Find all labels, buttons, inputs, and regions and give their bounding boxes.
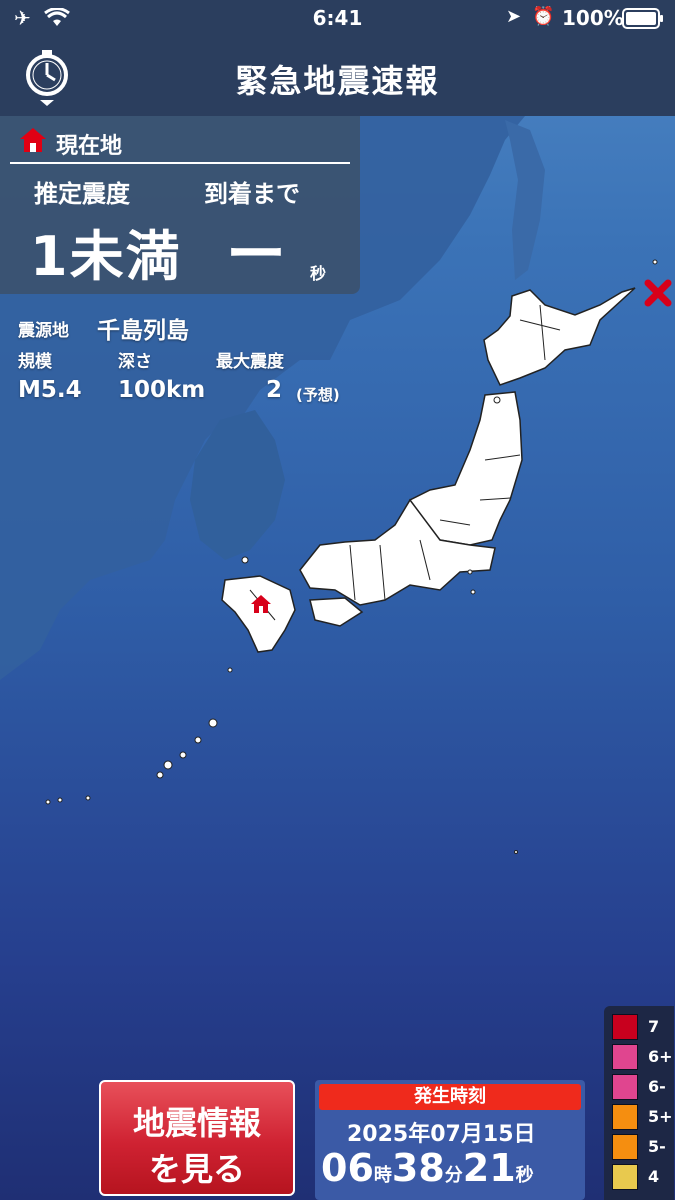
kyushu	[221, 575, 296, 653]
year-unit: 年	[408, 1122, 431, 1147]
panel-divider	[10, 162, 350, 164]
month-unit: 月	[460, 1122, 483, 1147]
legend-swatch	[612, 1134, 638, 1160]
battery-icon	[622, 8, 663, 29]
legend-label: 6-	[648, 1077, 666, 1096]
current-location-panel: 現在地 推定震度 到着まで 1未満 ー 秒	[0, 116, 360, 294]
depth-value: 100km	[118, 377, 206, 403]
second-value: 21	[462, 1146, 516, 1190]
second-unit: 秒	[515, 1165, 534, 1186]
sakhalin	[505, 120, 545, 280]
legend-swatch	[612, 1074, 638, 1100]
max-intensity-note: (予想)	[296, 386, 340, 404]
max-intensity-value: 2	[266, 377, 283, 403]
app-header: 緊急地震速報	[0, 38, 675, 116]
intensity-value: 1未満	[30, 225, 182, 288]
epicenter-marker	[644, 279, 672, 307]
page-title: 緊急地震速報	[235, 62, 440, 100]
hour-value: 06	[321, 1146, 374, 1190]
depth-label: 深さ	[118, 352, 152, 372]
arrival-unit: 秒	[310, 264, 327, 283]
arrival-label: 到着まで	[204, 180, 300, 208]
occurrence-time-label: 発生時刻	[319, 1084, 581, 1110]
legend-label: 6+	[648, 1047, 673, 1066]
day-value: 15	[482, 1122, 514, 1147]
occurrence-clock: 06時38分21秒	[321, 1146, 534, 1190]
hour-unit: 時	[373, 1165, 392, 1186]
legend-item: 5+	[612, 1104, 673, 1130]
location-label: 現在地	[56, 134, 123, 159]
legend-swatch	[612, 1014, 638, 1040]
legend-label: 7	[648, 1017, 660, 1036]
minute-unit: 分	[444, 1165, 463, 1186]
magnitude-label: 規模	[18, 352, 52, 372]
occurrence-time-box: 発生時刻 2025年07月15日 06時38分21秒	[315, 1080, 585, 1200]
year-value: 2025	[347, 1122, 409, 1147]
view-earthquake-info-button[interactable]: 地震情報 を見る	[99, 1080, 295, 1196]
legend-swatch	[612, 1104, 638, 1130]
battery-percent: 100%	[562, 6, 624, 30]
button-line2: を見る	[148, 1150, 245, 1188]
legend-item: 5-	[612, 1134, 672, 1160]
minute-value: 38	[391, 1146, 445, 1190]
alarm-icon: ⏰	[532, 6, 555, 27]
legend-item: 6-	[612, 1074, 672, 1100]
arrival-value: ー	[226, 220, 286, 290]
occurrence-date: 2025年07月15日	[347, 1116, 536, 1148]
home-icon	[20, 128, 46, 152]
max-intensity-label: 最大震度	[216, 352, 284, 372]
legend-swatch	[612, 1044, 638, 1070]
status-bar: ✈ 6:41 ➤ ⏰ 100%	[0, 0, 675, 38]
legend-item: 6+	[612, 1044, 673, 1070]
epicenter-label: 震源地	[18, 321, 69, 341]
magnitude-value: M5.4	[18, 377, 82, 403]
legend-swatch	[612, 1164, 638, 1190]
legend-label: 4	[648, 1167, 660, 1186]
legend-label: 5-	[648, 1137, 666, 1156]
legend-item: 4	[612, 1164, 672, 1190]
intensity-legend: 7 6+ 6- 5+ 5- 4	[604, 1006, 674, 1200]
hokkaido	[483, 287, 636, 386]
legend-label: 5+	[648, 1107, 673, 1126]
month-value: 07	[430, 1122, 461, 1147]
day-unit: 日	[513, 1122, 536, 1147]
legend-item: 7	[612, 1014, 672, 1040]
button-line1: 地震情報	[132, 1104, 261, 1142]
intensity-label: 推定震度	[34, 180, 130, 208]
location-arrow-icon: ➤	[506, 6, 522, 27]
epicenter-value: 千島列島	[97, 318, 189, 344]
